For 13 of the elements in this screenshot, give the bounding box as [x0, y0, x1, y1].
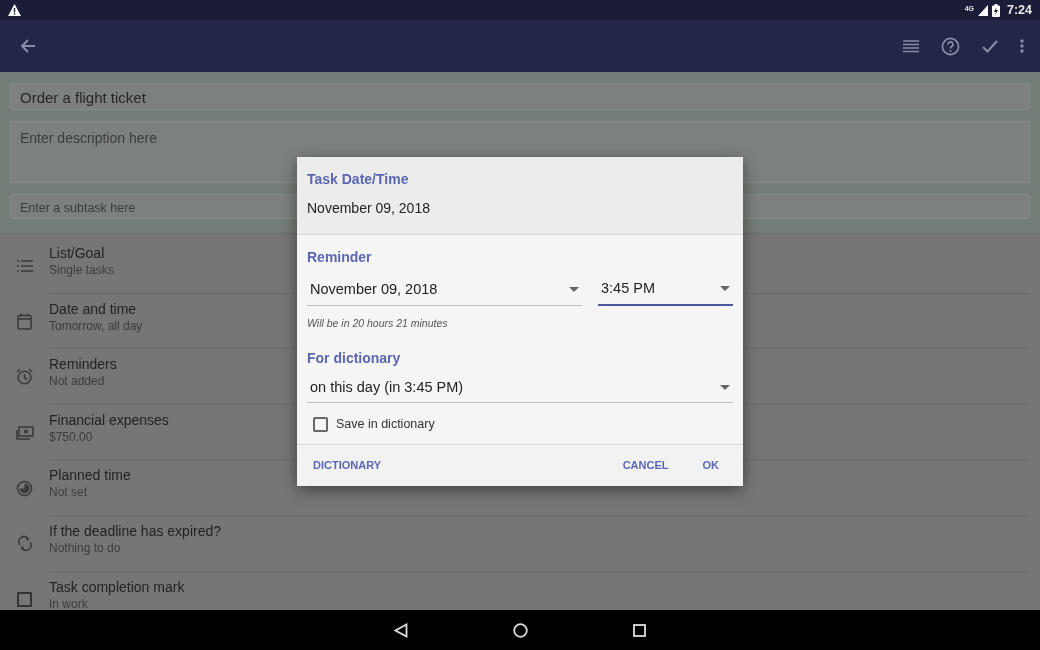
setting-value: Nothing to do — [49, 539, 121, 557]
reminder-hint-text: Will be in 20 hours 21 minutes — [307, 315, 449, 331]
setting-value: $750.00 — [49, 428, 93, 446]
dictionary-label: For dictionary — [307, 348, 402, 368]
reminder-label: Reminder — [307, 248, 373, 267]
setting-value: Not set — [49, 484, 87, 502]
task-date-text: November 09, 2018 — [307, 199, 431, 218]
clock-time: 7:24 — [1006, 1, 1032, 19]
setting-value: Tomorrow, all day — [49, 317, 143, 335]
save-checkbox-label: Save in dictionary — [336, 416, 435, 434]
setting-value: Not added — [49, 373, 105, 391]
setting-value: Single tasks — [49, 262, 114, 279]
setting-value: In work — [49, 595, 88, 613]
